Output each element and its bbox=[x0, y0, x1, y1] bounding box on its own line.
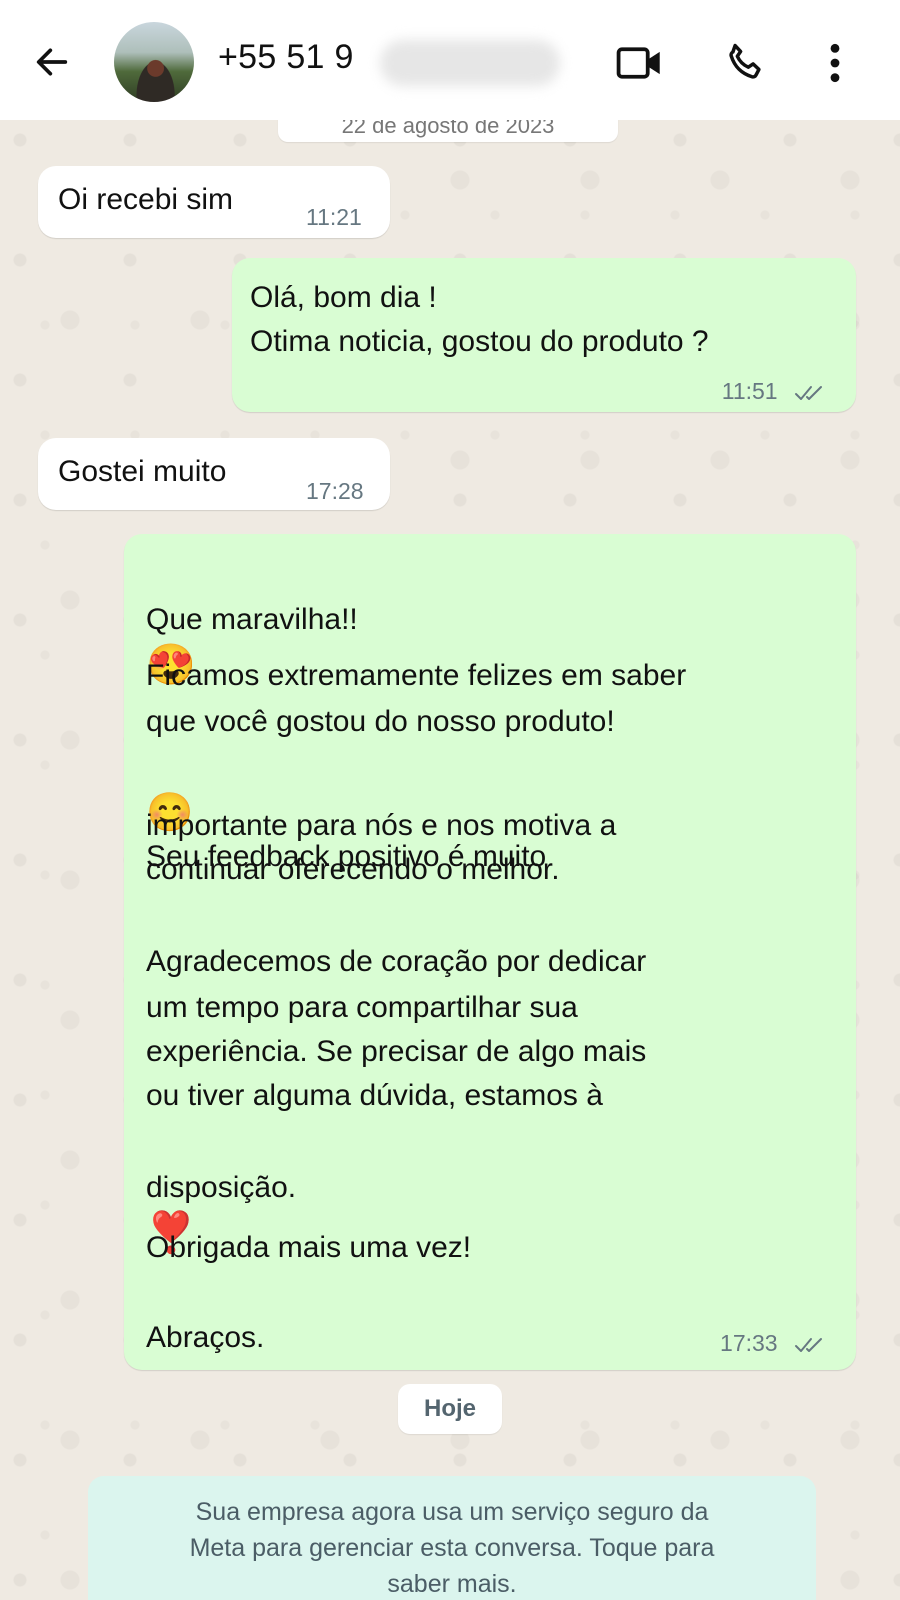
back-button[interactable] bbox=[30, 40, 74, 84]
notice-line: Sua empresa agora usa um serviço seguro … bbox=[195, 1498, 709, 1526]
message-text: Gostei muito bbox=[58, 455, 227, 488]
message-text-line: Ficamos extremamente felizes em saber bbox=[146, 659, 687, 692]
read-ticks-icon bbox=[795, 1337, 822, 1352]
chat-area[interactable]: 22 de agosto de 2023 Oi recebi sim 11:21… bbox=[0, 120, 900, 1600]
video-call-button[interactable] bbox=[615, 38, 665, 88]
message-text-line: experiência. Se precisar de algo mais bbox=[146, 1035, 647, 1068]
more-options-button[interactable] bbox=[810, 38, 860, 88]
notice-line: Meta para gerenciar esta conversa. Toque… bbox=[189, 1534, 715, 1562]
message-text-line: Agradecemos de coração por dedicar bbox=[146, 945, 647, 978]
read-ticks-icon bbox=[795, 385, 822, 400]
message-text-line: um tempo para compartilhar sua bbox=[146, 991, 578, 1024]
business-notice[interactable]: Sua empresa agora usa um serviço seguro … bbox=[88, 1476, 816, 1600]
message-incoming[interactable]: Gostei muito 17:28 bbox=[38, 438, 390, 510]
message-text-line: continuar oferecendo o melhor. bbox=[146, 853, 560, 886]
message-outgoing[interactable]: Olá, bom dia ! Otima noticia, gostou do … bbox=[232, 258, 856, 412]
redacted-phone-digits bbox=[380, 40, 560, 86]
message-status: 11:51 bbox=[722, 378, 828, 405]
message-text-line: Abraços. bbox=[146, 1321, 265, 1354]
chat-header: +55 51 9 bbox=[0, 0, 900, 120]
message-incoming[interactable]: Oi recebi sim 11:21 bbox=[38, 166, 390, 238]
message-text-line: Obrigada mais uma vez! bbox=[146, 1231, 472, 1264]
contact-avatar[interactable] bbox=[114, 22, 194, 102]
phone-icon bbox=[729, 43, 761, 79]
video-camera-icon bbox=[616, 47, 660, 79]
message-text: Oi recebi sim bbox=[58, 183, 234, 216]
message-time: 11:21 bbox=[306, 204, 362, 230]
date-separator-today: Hoje bbox=[398, 1384, 502, 1434]
message-status: 17:33 bbox=[720, 1330, 828, 1357]
message-outgoing[interactable]: Que maravilha!! 😍 Ficamos extremamente f… bbox=[124, 534, 856, 1370]
message-text-line: ou tiver alguma dúvida, estamos à bbox=[146, 1079, 603, 1112]
contact-name[interactable]: +55 51 9 bbox=[218, 38, 354, 77]
message-time: 11:51 bbox=[721, 378, 778, 404]
message-text-line: importante para nós e nos motiva a bbox=[146, 809, 617, 842]
more-vertical-icon bbox=[830, 43, 840, 83]
message-time: 17:33 bbox=[720, 1330, 778, 1356]
message-text-line: Olá, bom dia ! bbox=[250, 281, 437, 314]
message-text-line: que você gostou do nosso produto! bbox=[146, 705, 615, 738]
message-text: disposição. bbox=[146, 1171, 297, 1204]
notice-line: saber mais. bbox=[387, 1570, 517, 1598]
message-text-line: Otima noticia, gostou do produto ? bbox=[250, 325, 709, 358]
voice-call-button[interactable] bbox=[720, 38, 770, 88]
message-time: 17:28 bbox=[306, 478, 364, 504]
date-separator-top: 22 de agosto de 2023 bbox=[278, 120, 618, 142]
message-text: Que maravilha!! bbox=[146, 603, 358, 636]
arrow-left-icon bbox=[36, 48, 68, 76]
